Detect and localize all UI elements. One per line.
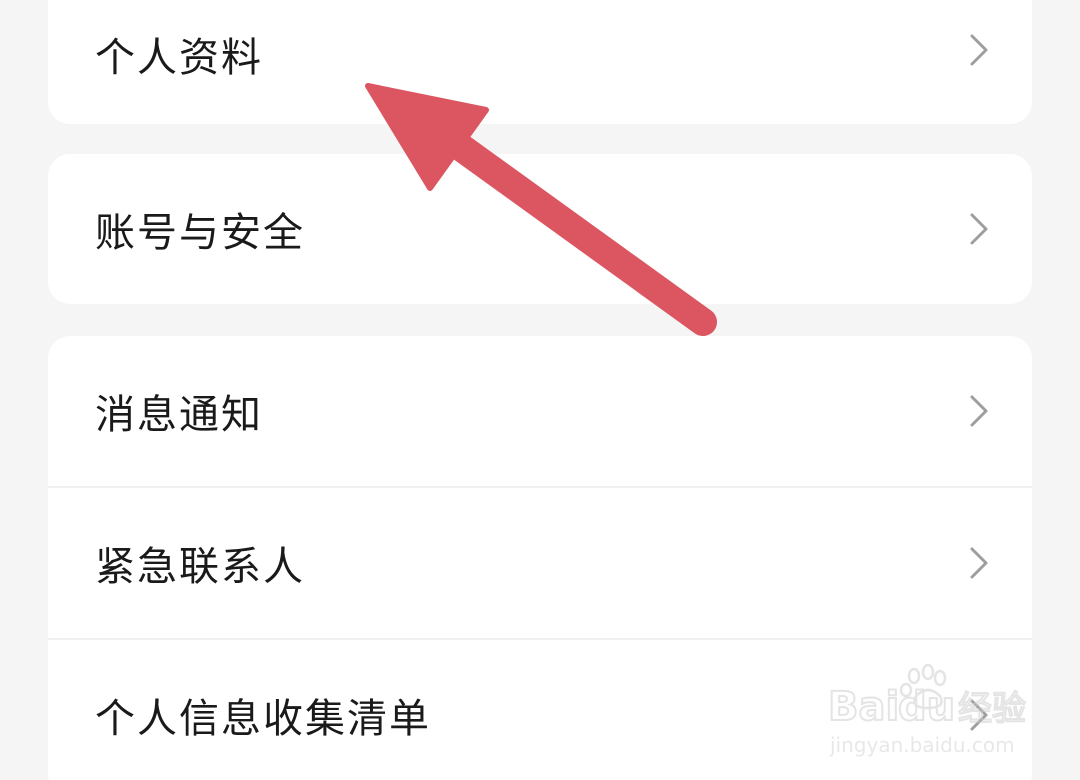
chevron-right-icon	[970, 699, 988, 731]
settings-item-label: 个人资料	[95, 35, 263, 81]
settings-item-notifications[interactable]: 消息通知	[48, 336, 1032, 486]
chevron-right-icon	[970, 213, 988, 245]
settings-item-personal-info-list[interactable]: 个人信息收集清单	[48, 640, 1032, 780]
settings-item-label: 紧急联系人	[95, 544, 305, 590]
settings-card-profile: 个人资料	[48, 0, 1032, 124]
settings-item-label: 个人信息收集清单	[95, 696, 431, 742]
settings-item-label: 账号与安全	[95, 210, 305, 256]
settings-card-notifications: 消息通知 紧急联系人 个人信息收集清单	[48, 336, 1032, 780]
chevron-right-icon	[970, 34, 988, 66]
settings-item-emergency-contact[interactable]: 紧急联系人	[48, 488, 1032, 638]
settings-card-account: 账号与安全	[48, 154, 1032, 304]
chevron-right-icon	[970, 395, 988, 427]
chevron-right-icon	[970, 547, 988, 579]
settings-screen: 个人资料 账号与安全 消息通知 紧急联系人 个人信息收集清单 Bai du 经验…	[0, 0, 1080, 780]
settings-item-label: 消息通知	[95, 392, 263, 438]
settings-item-personal-profile[interactable]: 个人资料	[48, 0, 1032, 124]
settings-item-account-security[interactable]: 账号与安全	[48, 154, 1032, 304]
